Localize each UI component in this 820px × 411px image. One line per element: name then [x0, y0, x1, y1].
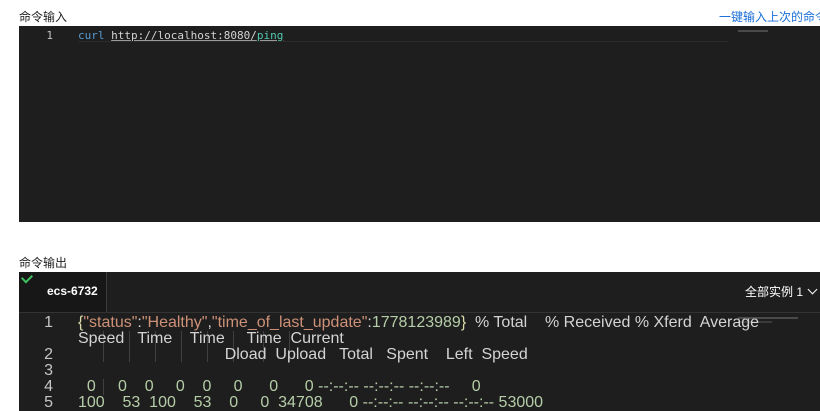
command-keyword: curl	[78, 29, 105, 42]
code-text: {"status":"Healthy","time_of_last_update…	[78, 315, 759, 331]
check-icon	[20, 271, 34, 284]
command-input-label: 命令输入	[19, 10, 68, 24]
line-number: 3	[44, 362, 53, 379]
output-line: Speed Time Time Time Current	[19, 331, 820, 347]
instance-tab[interactable]: ecs-6732	[19, 271, 107, 312]
input-line: 1 curl http://localhost:8080/ping	[19, 28, 820, 44]
line-number: 5	[44, 394, 53, 411]
command-output-label: 命令输出	[19, 256, 68, 270]
json-key: "time_of_last_update"	[211, 314, 368, 331]
command-output-panel: ecs-6732 全部实例 1 1 {"status":"Healthy","t…	[19, 271, 820, 411]
code-text: Speed Time Time Time Current	[78, 330, 344, 347]
code-text: 100 53 100 53 0 0 34708 0 --:--:-- --:--…	[78, 394, 544, 411]
output-line: 3	[19, 363, 820, 379]
output-line: 4 0 0 0 0 0 0 0 0 --:--:-- --:--:-- --:-…	[19, 379, 820, 395]
instance-select[interactable]: 全部实例 1	[744, 283, 818, 300]
output-code-view[interactable]: 1 {"status":"Healthy","time_of_last_upda…	[19, 315, 820, 411]
instance-tab-label: ecs-6732	[47, 284, 98, 298]
output-line: 5 100 53 100 53 0 0 34708 0 --:--:-- --:…	[19, 395, 820, 411]
json-key: "status"	[83, 314, 138, 331]
code-text: 0 0 0 0 0 0 0 0 --:--:-- --:--:-- --:--:…	[78, 378, 481, 395]
json-value: "Healthy"	[141, 314, 208, 331]
chevron-down-icon	[807, 284, 818, 295]
output-line: 1 {"status":"Healthy","time_of_last_upda…	[19, 315, 820, 331]
instance-tab-bar: ecs-6732 全部实例 1	[19, 271, 820, 313]
command-input-editor[interactable]: 1 curl http://localhost:8080/ping	[19, 26, 820, 222]
code-text: Dload Upload Total Spent Left Speed	[78, 346, 528, 363]
url-text: http://localhost:8080/	[111, 29, 257, 42]
line-number: 1	[44, 314, 53, 331]
json-value: 1778123989	[371, 314, 461, 331]
output-line: 2 Dload Upload Total Spent Left Speed	[19, 347, 820, 363]
line-number: 4	[44, 378, 53, 395]
url-path-text: ping	[256, 29, 284, 42]
line-number: 1	[46, 29, 53, 42]
code-text: curl http://localhost:8080/ping	[78, 28, 283, 44]
line-number: 2	[44, 346, 53, 363]
instance-select-label: 全部实例 1	[744, 285, 803, 299]
fill-last-command-link[interactable]: 一键输入上次的命令	[719, 8, 820, 25]
curl-header-text: % Total % Received % Xferd Average	[466, 314, 760, 331]
minimap[interactable]	[730, 26, 820, 222]
